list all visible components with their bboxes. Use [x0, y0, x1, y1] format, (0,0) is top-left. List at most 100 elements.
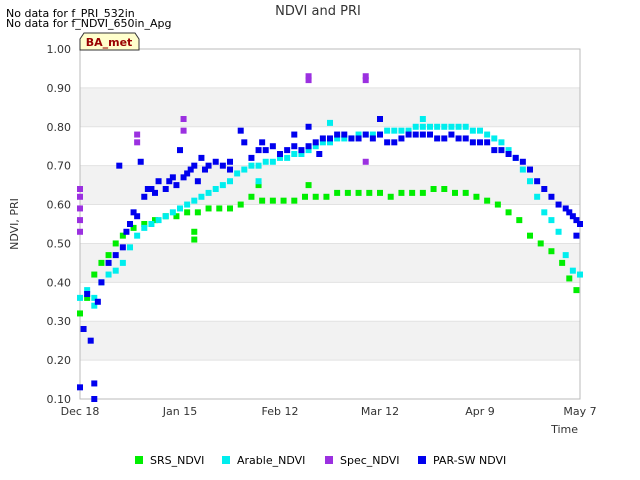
- legend-label-par-sw-ndvi: PAR-SW NDVI: [433, 454, 506, 467]
- par-sw-ndvi-point: [398, 135, 405, 142]
- srs-ndvi-point: [205, 205, 212, 212]
- srs-ndvi-point: [280, 197, 287, 204]
- spec-ndvi-point: [305, 73, 312, 80]
- arable-ndvi-point: [441, 123, 448, 130]
- spec-ndvi-point: [77, 193, 83, 200]
- y-tick-label: 0.50: [47, 237, 72, 250]
- par-sw-ndvi-point: [241, 139, 248, 146]
- x-axis-label: Time: [550, 423, 578, 436]
- arable-ndvi-point: [212, 186, 219, 192]
- legend-swatch-par-sw-ndvi: [418, 456, 426, 464]
- par-sw-ndvi-point: [519, 158, 526, 165]
- spec-ndvi-point: [180, 127, 187, 134]
- par-sw-ndvi-point: [198, 154, 205, 161]
- spec-ndvi-point: [180, 116, 187, 122]
- arable-ndvi-point: [498, 139, 505, 146]
- par-sw-ndvi-point: [91, 396, 98, 402]
- arable-ndvi-point: [255, 162, 262, 169]
- par-sw-ndvi-point: [219, 162, 226, 169]
- arable-ndvi-point: [227, 178, 233, 185]
- par-sw-ndvi-point: [94, 298, 101, 305]
- srs-ndvi-point: [441, 186, 448, 192]
- par-sw-ndvi-point: [362, 131, 369, 138]
- arable-ndvi-point: [419, 116, 426, 122]
- spec-ndvi-point: [134, 131, 141, 138]
- x-axis: Dec 18 Jan 15 Feb 12 Mar 12 Apr 9 May 7: [61, 405, 597, 418]
- arable-ndvi-point: [469, 127, 476, 134]
- arable-ndvi-point: [241, 166, 248, 173]
- par-sw-ndvi-point: [77, 384, 83, 391]
- par-sw-ndvi-point: [527, 166, 533, 173]
- srs-ndvi-point: [248, 193, 255, 200]
- srs-ndvi-point: [305, 182, 312, 189]
- arable-ndvi-point: [141, 224, 148, 231]
- srs-ndvi-point: [452, 189, 458, 196]
- arable-ndvi-point: [284, 154, 291, 161]
- arable-ndvi-point: [162, 213, 169, 220]
- par-sw-ndvi-point: [327, 135, 333, 142]
- srs-ndvi-point: [366, 189, 373, 196]
- srs-ndvi-point: [494, 201, 501, 208]
- grid-band: [80, 321, 580, 361]
- spec-ndvi-point: [134, 139, 141, 146]
- par-sw-ndvi-point: [541, 186, 548, 192]
- srs-ndvi-point: [473, 193, 480, 200]
- par-sw-ndvi-point: [405, 131, 412, 138]
- arable-ndvi-point: [248, 162, 255, 169]
- par-sw-ndvi-point: [191, 162, 198, 169]
- par-sw-ndvi-point: [212, 158, 219, 165]
- par-sw-ndvi-point: [98, 279, 105, 286]
- par-sw-ndvi-point: [369, 135, 376, 142]
- srs-ndvi-point: [484, 197, 491, 204]
- legend: SRS_NDVI Arable_NDVI Spec_NDVI PAR-SW NDVI: [135, 454, 506, 467]
- par-sw-ndvi-point: [255, 147, 262, 154]
- par-sw-ndvi-point: [152, 189, 158, 196]
- srs-ndvi-point: [194, 209, 201, 216]
- badge[interactable]: BA_met: [79, 32, 140, 51]
- arable-ndvi-point: [384, 127, 391, 134]
- arable-ndvi-point: [119, 259, 126, 266]
- srs-ndvi-point: [387, 193, 394, 200]
- arable-ndvi-point: [541, 209, 548, 216]
- par-sw-ndvi-point: [462, 135, 469, 142]
- par-sw-ndvi-point: [477, 139, 483, 146]
- par-sw-ndvi-point: [348, 135, 355, 142]
- srs-ndvi-point: [559, 259, 566, 266]
- srs-ndvi-point: [537, 240, 544, 247]
- arable-ndvi-point: [169, 209, 176, 216]
- srs-ndvi-point: [227, 205, 233, 212]
- par-sw-ndvi-point: [127, 221, 133, 227]
- par-sw-ndvi-point: [116, 162, 123, 169]
- srs-ndvi-point: [184, 209, 191, 216]
- par-sw-ndvi-point: [355, 135, 362, 142]
- par-sw-ndvi-point: [384, 139, 391, 146]
- arable-ndvi-point: [262, 158, 269, 165]
- par-sw-ndvi-point: [577, 221, 583, 227]
- par-sw-ndvi-point: [291, 143, 298, 150]
- par-sw-ndvi-point: [91, 380, 98, 387]
- par-sw-ndvi-point: [277, 151, 283, 157]
- arable-ndvi-point: [491, 135, 498, 142]
- srs-ndvi-point: [269, 197, 276, 204]
- srs-ndvi-point: [334, 189, 341, 196]
- par-sw-ndvi-point: [534, 178, 541, 185]
- arable-ndvi-point: [198, 193, 205, 200]
- par-sw-ndvi-point: [391, 139, 398, 146]
- y-tick-label: 0.30: [47, 315, 72, 328]
- spec-ndvi-point: [77, 217, 83, 224]
- arable-ndvi-point: [562, 252, 569, 259]
- par-sw-ndvi-point: [173, 182, 180, 189]
- par-sw-ndvi-point: [269, 143, 276, 150]
- arable-ndvi-point: [155, 217, 162, 224]
- par-sw-ndvi-point: [419, 131, 426, 138]
- x-tick-label: Apr 9: [465, 405, 495, 418]
- x-tick-label: Feb 12: [262, 405, 299, 418]
- par-sw-ndvi-point: [441, 135, 448, 142]
- srs-ndvi-point: [105, 252, 112, 259]
- par-sw-ndvi-point: [123, 228, 130, 235]
- arable-ndvi-point: [534, 193, 541, 200]
- srs-ndvi-point: [191, 228, 198, 235]
- spec-ndvi-point: [77, 205, 83, 212]
- arable-ndvi-point: [569, 267, 576, 274]
- arable-ndvi-point: [419, 123, 426, 130]
